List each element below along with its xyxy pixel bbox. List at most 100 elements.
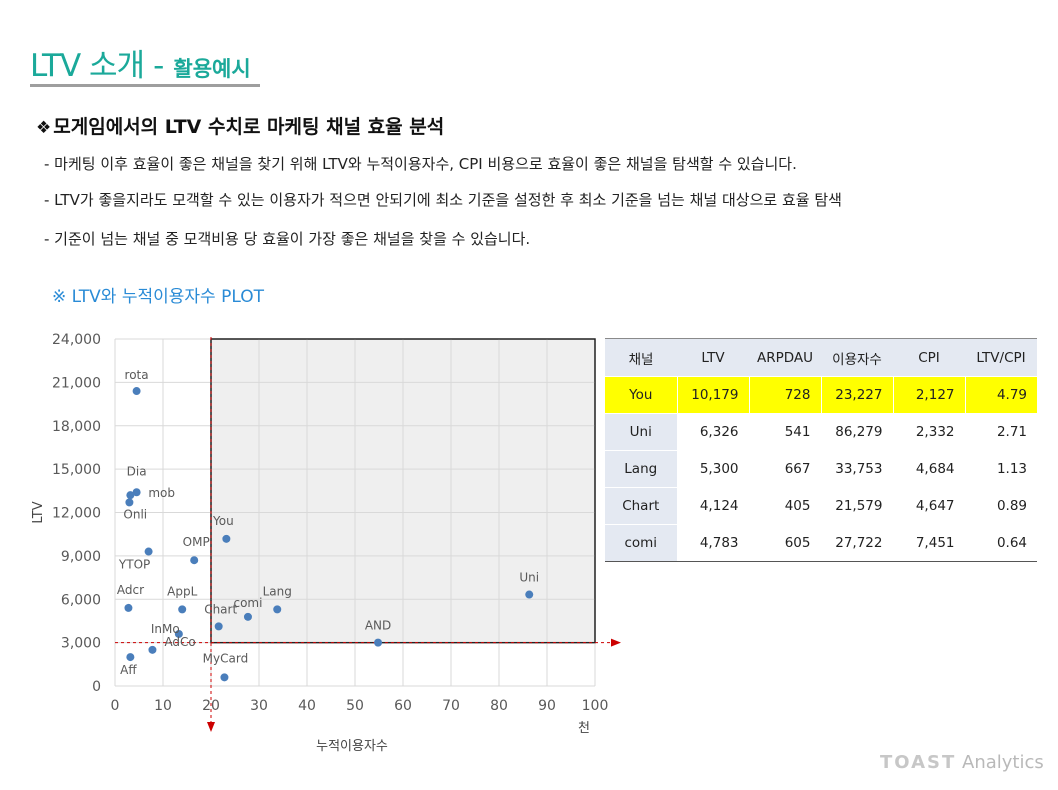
point-label: InMo bbox=[151, 622, 180, 636]
title-underline bbox=[30, 84, 260, 87]
table-cell: 1.13 bbox=[964, 450, 1037, 488]
data-point bbox=[243, 612, 252, 621]
table-cell: 7,451 bbox=[892, 524, 965, 562]
table-row: Lang 5,300 667 33,753 4,684 1.13 bbox=[605, 450, 1037, 488]
y-tick-label: 0 bbox=[92, 679, 101, 695]
bullet-text-3: - 기준이 넘는 채널 중 모객비용 당 효율이 가장 좋은 채널을 찾을 수 … bbox=[44, 230, 531, 248]
table-header-cell: 이용자수 bbox=[821, 338, 893, 377]
threshold-arrow-right bbox=[611, 638, 621, 647]
table-cell: 4,124 bbox=[676, 487, 749, 525]
x-tick-label: 100 bbox=[582, 698, 609, 714]
chart-title: ※ LTV와 누적이용자수 PLOT bbox=[52, 287, 264, 307]
point-label: Uni bbox=[519, 571, 539, 585]
data-point bbox=[525, 590, 534, 599]
x-tick-label: 90 bbox=[538, 698, 556, 714]
x-tick-label: 10 bbox=[154, 698, 172, 714]
table-row: Chart 4,124 405 21,579 4,647 0.89 bbox=[605, 487, 1037, 525]
table-cell: 27,722 bbox=[820, 524, 893, 562]
page-title: LTV 소개 - 활용예시 bbox=[30, 40, 251, 84]
table-cell-channel: Lang bbox=[605, 450, 677, 488]
table-cell: 2,332 bbox=[892, 413, 965, 451]
table-cell: 0.64 bbox=[964, 524, 1037, 562]
table-header-cell: 채널 bbox=[605, 338, 677, 377]
data-point bbox=[125, 498, 134, 507]
table-row: You 10,179 728 23,227 2,127 4.79 bbox=[605, 376, 1037, 414]
table-cell-channel: Uni bbox=[605, 413, 677, 451]
table-cell: 2,127 bbox=[892, 376, 965, 414]
table-row: Uni 6,326 541 86,279 2,332 2.71 bbox=[605, 413, 1037, 451]
data-point bbox=[214, 622, 223, 631]
point-label: AdCo bbox=[164, 635, 195, 649]
y-tick-label: 6,000 bbox=[61, 592, 101, 608]
x-axis-unit: 천 bbox=[578, 721, 590, 736]
point-label: YTOP bbox=[118, 558, 150, 572]
table-cell: 5,300 bbox=[676, 450, 749, 488]
point-label: comi bbox=[233, 596, 262, 610]
section-heading: ❖ 모게임에서의 LTV 수치로 마케팅 채널 효율 분석 bbox=[36, 112, 444, 139]
point-label: Aff bbox=[120, 663, 137, 677]
data-point bbox=[132, 387, 141, 396]
table-cell: 21,579 bbox=[820, 487, 893, 525]
table-cell: 4,647 bbox=[892, 487, 965, 525]
x-axis-title: 누적이용자수 bbox=[316, 739, 388, 754]
page-title-dash: - bbox=[153, 48, 165, 84]
table-cell: 4,783 bbox=[676, 524, 749, 562]
point-label: OMP bbox=[183, 535, 210, 549]
data-point bbox=[222, 534, 231, 543]
table-cell: 4.79 bbox=[964, 376, 1037, 414]
point-label: AppL bbox=[167, 584, 197, 598]
x-tick-label: 30 bbox=[250, 698, 268, 714]
y-tick-label: 9,000 bbox=[61, 549, 101, 565]
point-label: Onli bbox=[123, 507, 147, 521]
point-label: Chart bbox=[204, 602, 237, 616]
page-title-main: LTV 소개 bbox=[30, 48, 145, 84]
table-header-cell: LTV bbox=[677, 338, 749, 377]
x-tick-label: 60 bbox=[394, 698, 412, 714]
x-tick-label: 50 bbox=[346, 698, 364, 714]
data-point bbox=[126, 653, 135, 662]
data-point bbox=[124, 603, 133, 612]
table-cell: 667 bbox=[748, 450, 821, 488]
data-point bbox=[144, 547, 153, 556]
point-label: AND bbox=[365, 619, 391, 633]
channel-table: 채널 LTV ARPDAU 이용자수 CPI LTV/CPI You 10,17… bbox=[605, 338, 1037, 562]
data-point bbox=[374, 638, 383, 647]
table-cell: 2.71 bbox=[964, 413, 1037, 451]
table-cell: 6,326 bbox=[676, 413, 749, 451]
x-tick-label: 40 bbox=[298, 698, 316, 714]
table-cell: 33,753 bbox=[820, 450, 893, 488]
x-tick-label: 70 bbox=[442, 698, 460, 714]
table-row: comi 4,783 605 27,722 7,451 0.64 bbox=[605, 524, 1037, 562]
table-cell: 541 bbox=[748, 413, 821, 451]
logo-analytics-text: Analytics bbox=[962, 752, 1044, 773]
x-tick-label: 0 bbox=[111, 698, 120, 714]
data-point bbox=[178, 605, 187, 614]
data-point bbox=[190, 556, 199, 565]
table-cell: 0.89 bbox=[964, 487, 1037, 525]
logo-toast-text: TOAST bbox=[880, 752, 957, 773]
point-label: You bbox=[212, 514, 234, 528]
data-point bbox=[126, 491, 135, 500]
table-header-cell: CPI bbox=[893, 338, 965, 377]
y-tick-label: 21,000 bbox=[52, 375, 101, 391]
table-cell: 4,684 bbox=[892, 450, 965, 488]
table-cell-channel: Chart bbox=[605, 487, 677, 525]
y-tick-label: 3,000 bbox=[61, 636, 101, 652]
table-header-row: 채널 LTV ARPDAU 이용자수 CPI LTV/CPI bbox=[605, 338, 1037, 377]
y-tick-label: 24,000 bbox=[52, 332, 101, 348]
point-label: Dia bbox=[127, 464, 147, 478]
diamond-bullet-icon: ❖ bbox=[36, 118, 52, 138]
toast-analytics-logo: TOAST Analytics bbox=[880, 752, 1044, 773]
table-cell: 86,279 bbox=[820, 413, 893, 451]
table-header-cell: LTV/CPI bbox=[965, 338, 1037, 377]
table-cell: 23,227 bbox=[820, 376, 893, 414]
point-label: Adcr bbox=[117, 583, 144, 597]
bullet-text-1: - 마케팅 이후 효율이 좋은 채널을 찾기 위해 LTV와 누적이용자수, C… bbox=[44, 155, 797, 173]
data-point bbox=[273, 605, 282, 614]
point-label: mob bbox=[148, 486, 175, 500]
x-tick-label: 80 bbox=[490, 698, 508, 714]
y-tick-label: 15,000 bbox=[52, 462, 101, 478]
table-cell-channel: comi bbox=[605, 524, 677, 562]
threshold-arrow-down bbox=[207, 722, 215, 732]
page-title-sub: 활용예시 bbox=[173, 57, 251, 81]
